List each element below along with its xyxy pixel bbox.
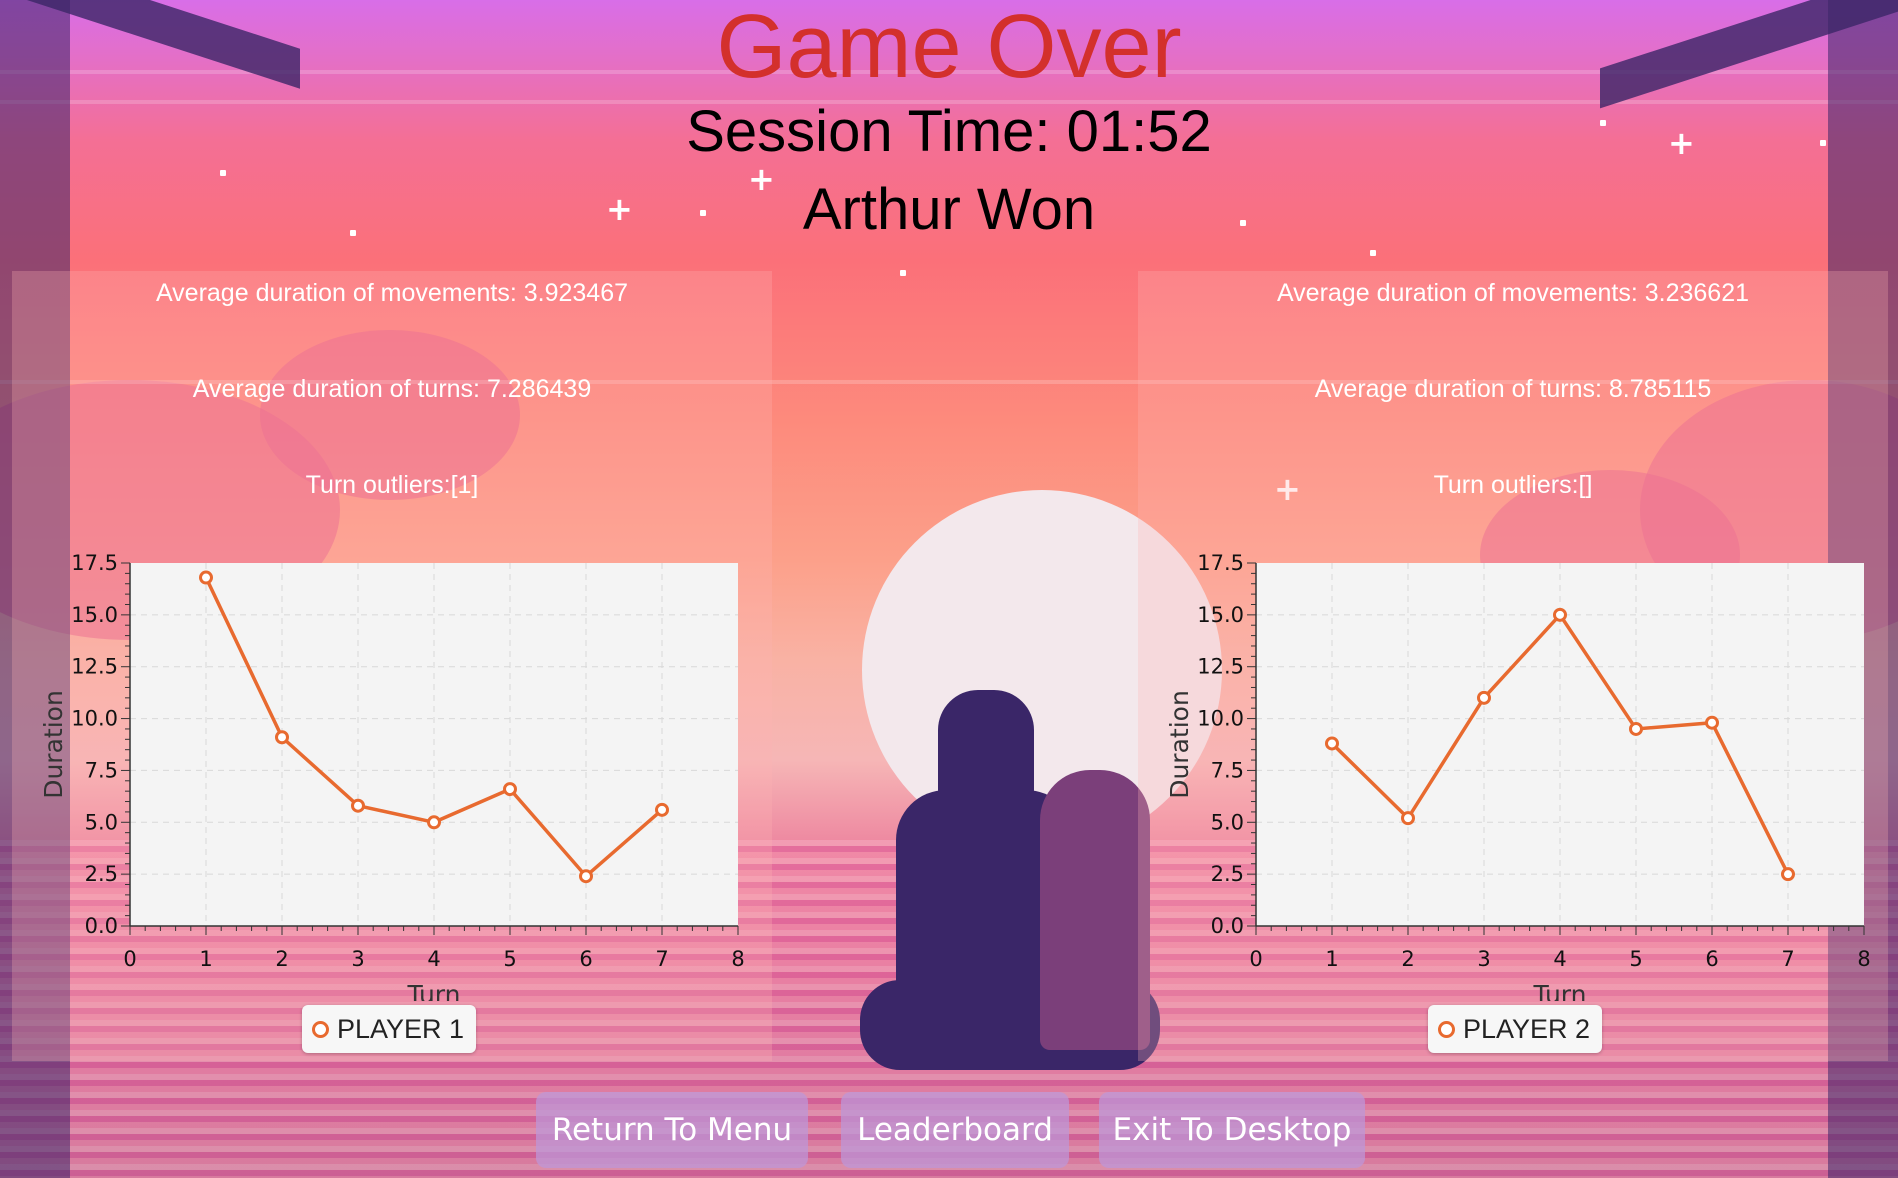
y-tick-label: 0.0 — [1211, 914, 1244, 938]
y-tick-label: 15.0 — [71, 603, 118, 627]
x-tick-label: 4 — [1553, 947, 1566, 971]
legend-label: PLAYER 1 — [337, 1013, 465, 1044]
data-point — [1325, 736, 1339, 751]
data-point — [427, 815, 441, 830]
star — [1370, 250, 1376, 256]
data-point — [1781, 867, 1795, 882]
x-tick-label: 1 — [1325, 947, 1338, 971]
x-axis-label: Turn — [406, 980, 460, 1001]
y-tick-label: 10.0 — [71, 707, 118, 731]
star — [220, 170, 226, 176]
leaderboard-button[interactable]: Leaderboard — [841, 1092, 1069, 1168]
x-tick-label: 6 — [579, 947, 592, 971]
x-tick-label: 1 — [199, 947, 212, 971]
x-tick-label: 4 — [427, 947, 440, 971]
star — [900, 270, 906, 276]
y-tick-label: 7.5 — [1211, 758, 1244, 782]
data-point — [1401, 811, 1415, 826]
player-2-stats-panel: Average duration of movements: 3.236621 … — [1138, 271, 1888, 1061]
x-tick-label: 8 — [1857, 947, 1870, 971]
legend-marker-icon — [312, 1020, 329, 1038]
return-to-menu-button[interactable]: Return To Menu — [536, 1092, 808, 1168]
y-axis-label: Duration — [39, 690, 68, 799]
y-tick-label: 7.5 — [85, 758, 118, 782]
y-tick-label: 5.0 — [85, 810, 118, 834]
data-point — [199, 570, 213, 585]
avg-turns-label: Average duration of turns: 8.785115 — [1314, 375, 1712, 403]
data-point — [503, 782, 517, 797]
legend-label: PLAYER 2 — [1463, 1013, 1591, 1044]
x-tick-label: 5 — [1629, 947, 1642, 971]
y-tick-label: 17.5 — [1197, 551, 1244, 575]
game-over-title: Game Over — [716, 0, 1182, 97]
turn-outliers-label: Turn outliers:[] — [1433, 471, 1593, 499]
session-time: Session Time: 01:52 — [686, 99, 1212, 164]
avg-movements-label: Average duration of movements: 3.923467 — [155, 279, 629, 307]
legend-marker-icon — [1438, 1020, 1455, 1038]
avg-turns-label: Average duration of turns: 7.286439 — [192, 375, 592, 403]
x-tick-label: 2 — [275, 947, 288, 971]
player-2-legend: PLAYER 2 — [1428, 1005, 1603, 1053]
x-tick-label: 0 — [123, 947, 136, 971]
data-point — [1477, 690, 1491, 705]
y-tick-label: 17.5 — [71, 551, 118, 575]
x-tick-label: 3 — [351, 947, 364, 971]
data-point — [275, 730, 289, 745]
player-1-legend: PLAYER 1 — [302, 1005, 477, 1053]
x-tick-label: 3 — [1477, 947, 1490, 971]
exit-to-desktop-button[interactable]: Exit To Desktop — [1099, 1092, 1365, 1168]
player-2-duration-chart: 0 1 2 3 4 5 6 7 8 0.0 2.5 5.0 7.5 10.0 12.5 15.0 17.5 Tur… — [1165, 551, 1871, 1001]
x-tick-label: 7 — [1781, 947, 1794, 971]
x-tick-label: 7 — [655, 947, 668, 971]
y-tick-label: 15.0 — [1197, 603, 1244, 627]
y-tick-label: 5.0 — [1211, 810, 1244, 834]
data-point — [351, 798, 365, 813]
x-tick-label: 2 — [1401, 947, 1414, 971]
person-two — [1040, 770, 1150, 1050]
x-tick-label: 0 — [1249, 947, 1262, 971]
data-point — [1705, 715, 1719, 730]
y-tick-label: 2.5 — [85, 862, 118, 886]
data-point — [655, 802, 669, 817]
winner-label: Arthur Won — [802, 177, 1096, 242]
y-tick-label: 10.0 — [1197, 707, 1244, 731]
y-tick-label: 2.5 — [1211, 862, 1244, 886]
data-point — [579, 869, 593, 884]
y-tick-label: 0.0 — [85, 914, 118, 938]
data-point — [1629, 721, 1643, 736]
x-axis-label: Turn — [1532, 980, 1586, 1001]
turn-outliers-label: Turn outliers:[1] — [305, 471, 479, 499]
x-tick-label: 6 — [1705, 947, 1718, 971]
x-tick-label: 5 — [503, 947, 516, 971]
player-1-duration-chart: 0 1 2 3 4 5 6 7 8 0.0 2.5 5.0 7.5 10.0 12.5 15.0 17.5 Tur… — [39, 551, 745, 1001]
data-point — [1553, 607, 1567, 622]
player-1-stats-panel: Average duration of movements: 3.923467 … — [12, 271, 772, 1061]
x-tick-label: 8 — [731, 947, 744, 971]
y-tick-label: 12.5 — [1197, 655, 1244, 679]
y-axis-label: Duration — [1165, 690, 1194, 799]
y-tick-label: 12.5 — [71, 655, 118, 679]
avg-movements-label: Average duration of movements: 3.236621 — [1276, 279, 1750, 307]
